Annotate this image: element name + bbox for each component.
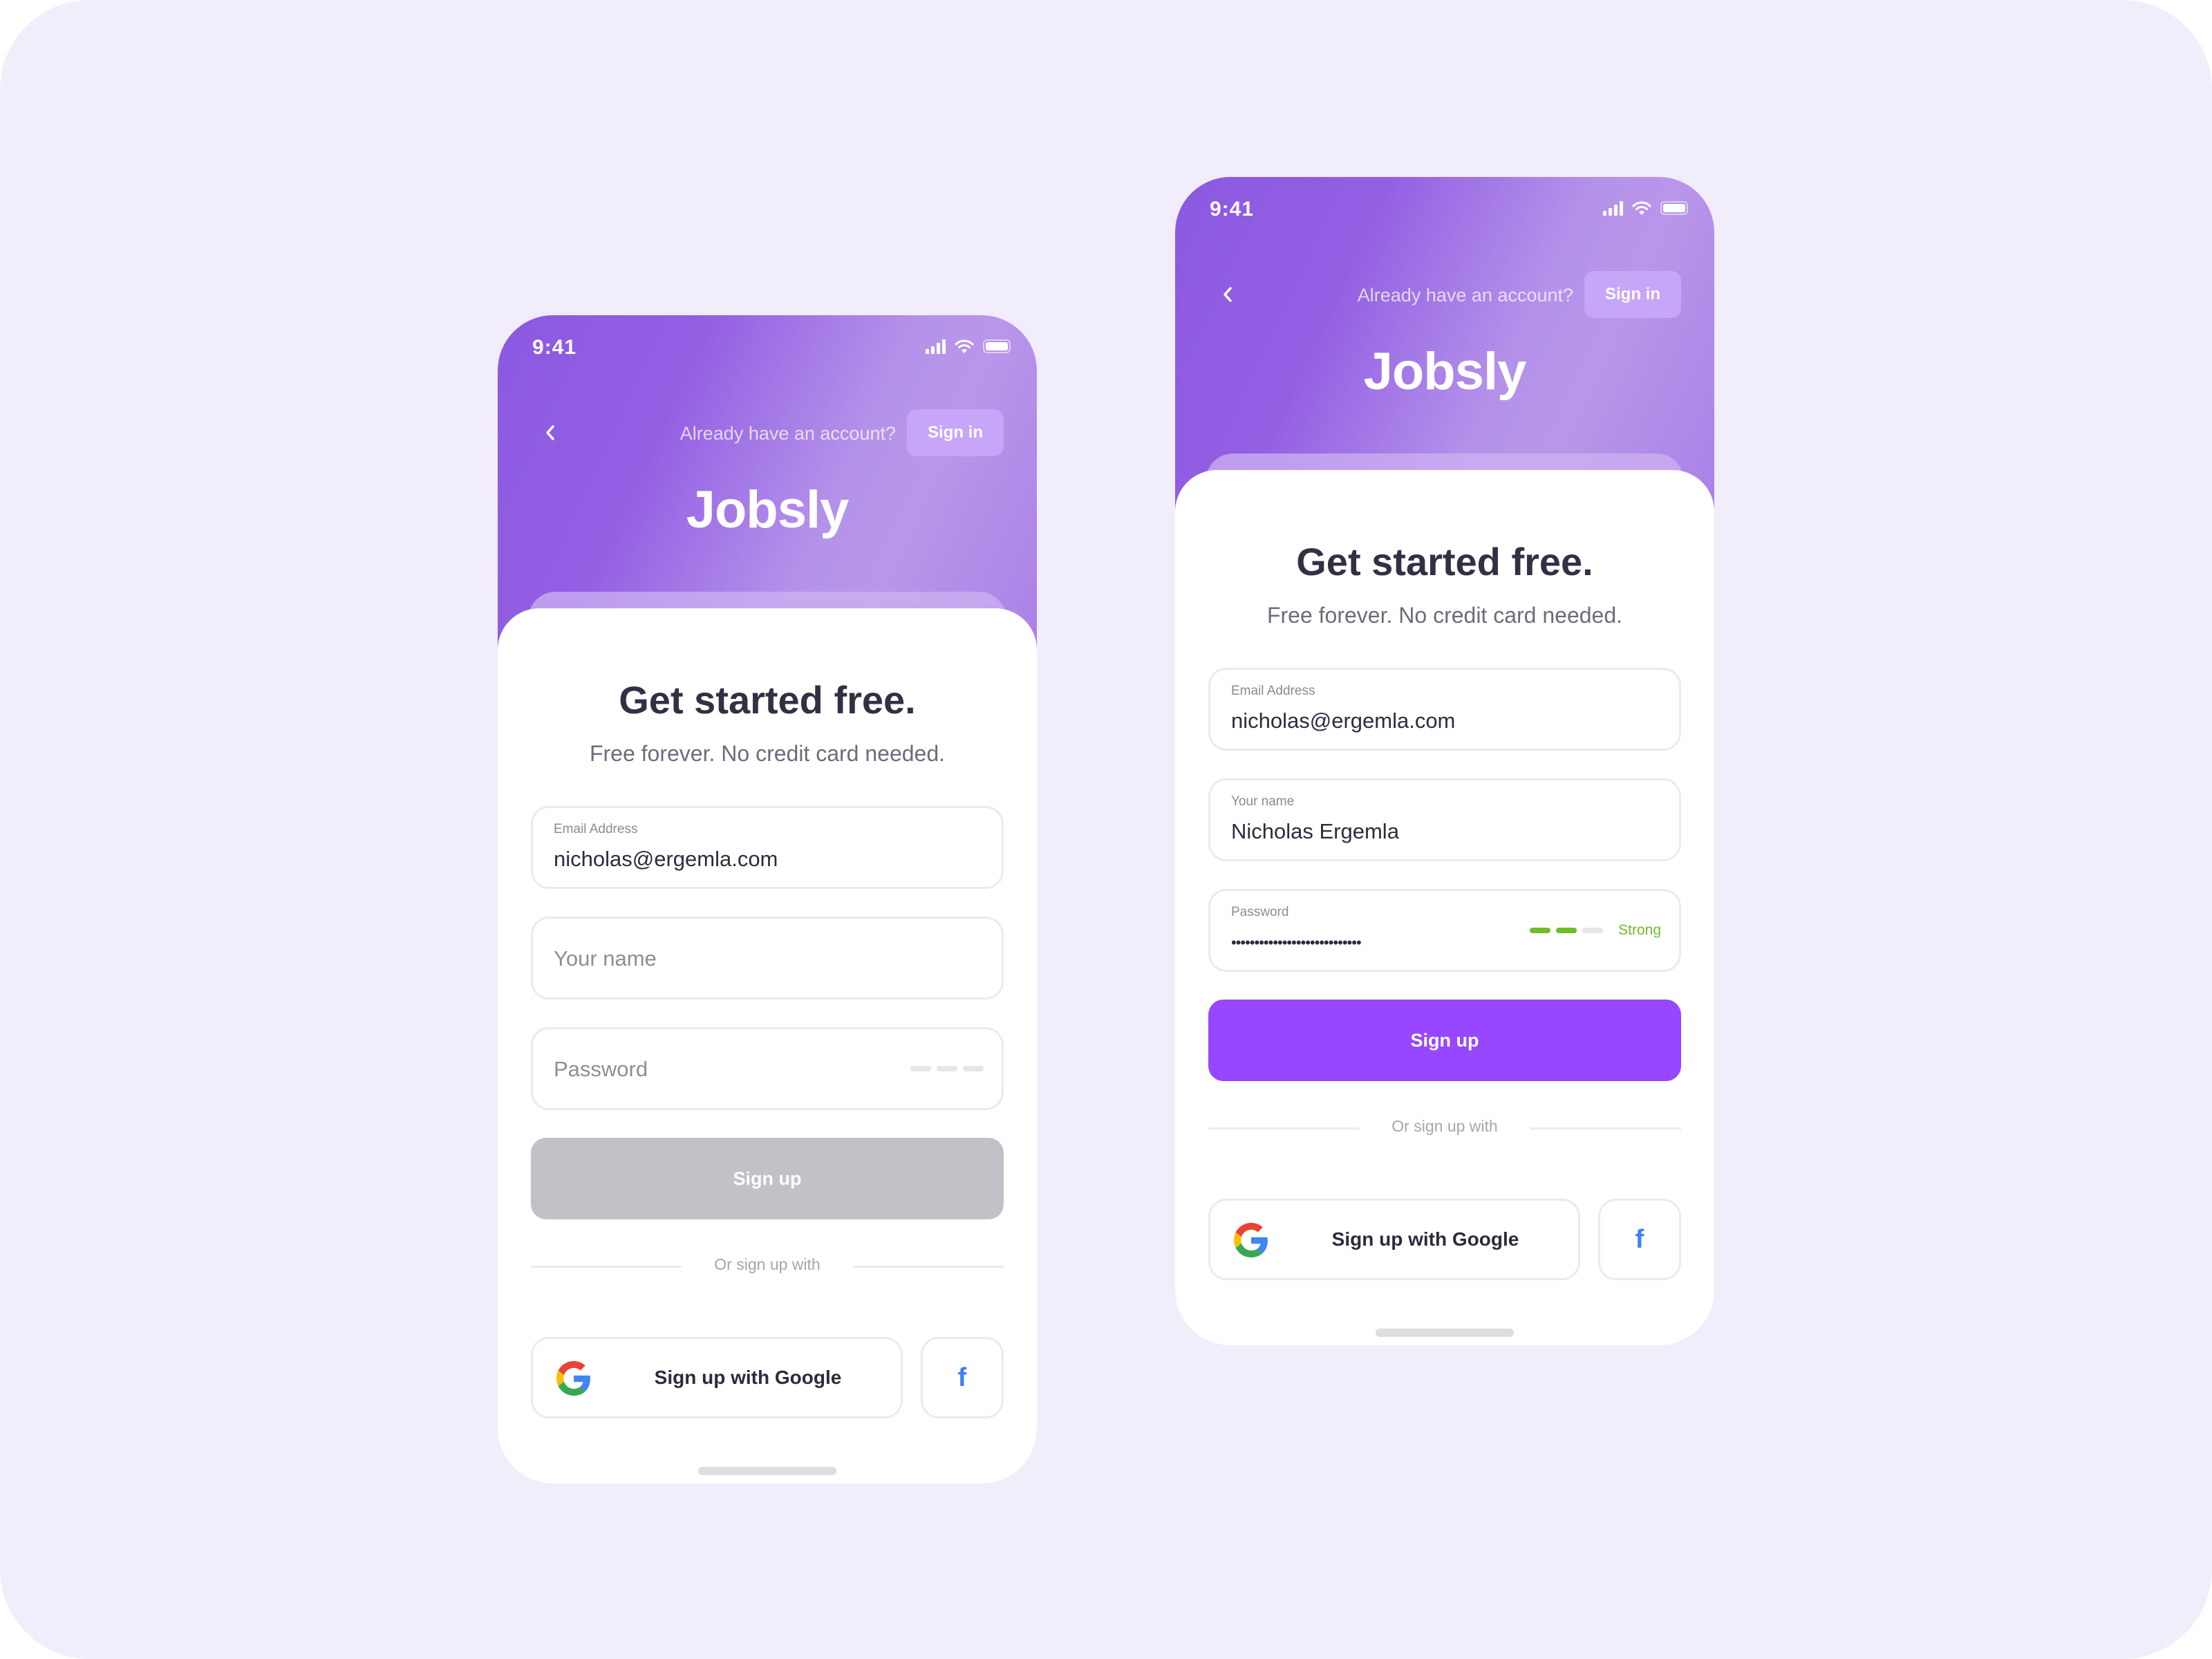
- phone-signup-empty: 9:41 Already have an account? Sign in Jo…: [498, 315, 1037, 1483]
- page-subtitle: Free forever. No credit card needed.: [589, 741, 946, 766]
- or-divider: Or sign up with: [1208, 1114, 1681, 1142]
- battery-icon: [983, 339, 1011, 353]
- page-title: Get started free.: [619, 678, 916, 722]
- facebook-signup-button[interactable]: f: [921, 1337, 1004, 1418]
- status-bar: 9:41: [498, 315, 1037, 384]
- back-button[interactable]: [1214, 281, 1241, 308]
- status-bar: 9:41: [1175, 177, 1714, 246]
- google-icon: [556, 1361, 590, 1396]
- google-icon: [1234, 1223, 1268, 1257]
- divider-line: [1530, 1127, 1681, 1130]
- app-logo: Jobsly: [686, 480, 850, 539]
- strength-segment: [910, 1066, 931, 1071]
- status-icons: [926, 339, 1011, 354]
- name-label: Your name: [1231, 794, 1295, 809]
- name-placeholder: Your name: [554, 946, 657, 971]
- divider-text: Or sign up with: [1391, 1117, 1498, 1135]
- password-label: Password: [1231, 905, 1289, 919]
- signal-icon: [1603, 200, 1623, 216]
- email-field[interactable]: Email Address nicholas@ergemla.com: [531, 806, 1004, 889]
- password-masked-value: ••••••••••••••••••••••••••••: [1231, 934, 1362, 951]
- home-indicator: [698, 1467, 836, 1475]
- divider-text: Or sign up with: [714, 1255, 821, 1273]
- wifi-icon: [1632, 201, 1651, 215]
- strength-segment: [937, 1066, 957, 1071]
- battery-icon: [1660, 201, 1688, 215]
- email-label: Email Address: [1231, 684, 1315, 698]
- signup-form-sheet: Get started free. Free forever. No credi…: [498, 608, 1037, 1483]
- strength-label: Strong: [1618, 922, 1661, 938]
- chevron-left-icon: [546, 425, 554, 440]
- or-divider: Or sign up with: [531, 1253, 1004, 1280]
- back-button[interactable]: [536, 419, 564, 447]
- canvas-background: 9:41 Already have an account? Sign in Jo…: [0, 0, 2212, 1659]
- google-signup-button[interactable]: Sign up with Google: [531, 1337, 903, 1418]
- facebook-signup-button[interactable]: f: [1598, 1199, 1681, 1280]
- password-field[interactable]: Password: [531, 1027, 1004, 1110]
- facebook-icon: f: [957, 1362, 967, 1392]
- strength-segment: [1582, 928, 1604, 933]
- sign-up-button[interactable]: Sign up: [1208, 1000, 1681, 1081]
- password-strength-meter: Strong: [1530, 891, 1661, 970]
- strength-segment: [1556, 928, 1577, 933]
- divider-line: [853, 1266, 1004, 1268]
- account-prompt: Already have an account?: [1357, 285, 1573, 306]
- strength-segment: [963, 1066, 984, 1071]
- page-subtitle: Free forever. No credit card needed.: [1266, 603, 1623, 628]
- sign-in-button[interactable]: Sign in: [1584, 271, 1681, 318]
- top-nav: Already have an account? Sign in: [1175, 271, 1714, 319]
- status-icons: [1603, 200, 1688, 216]
- sign-up-button[interactable]: Sign up: [531, 1138, 1004, 1219]
- status-time: 9:41: [1210, 198, 1255, 221]
- name-field[interactable]: Your name: [531, 917, 1004, 1000]
- strength-segment: [1530, 928, 1551, 933]
- phone-signup-filled: 9:41 Already have an account? Sign in Jo…: [1175, 177, 1714, 1345]
- name-value: Nicholas Ergemla: [1231, 819, 1399, 843]
- email-value: nicholas@ergemla.com: [1231, 709, 1456, 733]
- email-field[interactable]: Email Address nicholas@ergemla.com: [1208, 668, 1681, 751]
- top-nav: Already have an account? Sign in: [498, 409, 1037, 458]
- status-time: 9:41: [532, 336, 577, 359]
- signal-icon: [926, 339, 946, 354]
- password-field[interactable]: Password •••••••••••••••••••••••••••• St…: [1208, 889, 1681, 972]
- google-signup-label: Sign up with Google: [654, 1367, 842, 1388]
- google-signup-button[interactable]: Sign up with Google: [1208, 1199, 1580, 1280]
- app-logo: Jobsly: [1363, 342, 1527, 401]
- sign-in-button[interactable]: Sign in: [907, 409, 1004, 456]
- home-indicator: [1376, 1329, 1514, 1337]
- page-title: Get started free.: [1296, 540, 1593, 583]
- chevron-left-icon: [1224, 287, 1232, 302]
- account-prompt: Already have an account?: [679, 423, 896, 444]
- facebook-icon: f: [1635, 1224, 1644, 1254]
- google-signup-label: Sign up with Google: [1331, 1228, 1519, 1250]
- password-placeholder: Password: [554, 1057, 648, 1081]
- password-strength-meter: [910, 1029, 984, 1108]
- email-label: Email Address: [554, 822, 638, 836]
- name-field[interactable]: Your name Nicholas Ergemla: [1208, 778, 1681, 861]
- wifi-icon: [955, 339, 974, 353]
- signup-form-sheet: Get started free. Free forever. No credi…: [1175, 470, 1714, 1345]
- email-value: nicholas@ergemla.com: [554, 847, 778, 871]
